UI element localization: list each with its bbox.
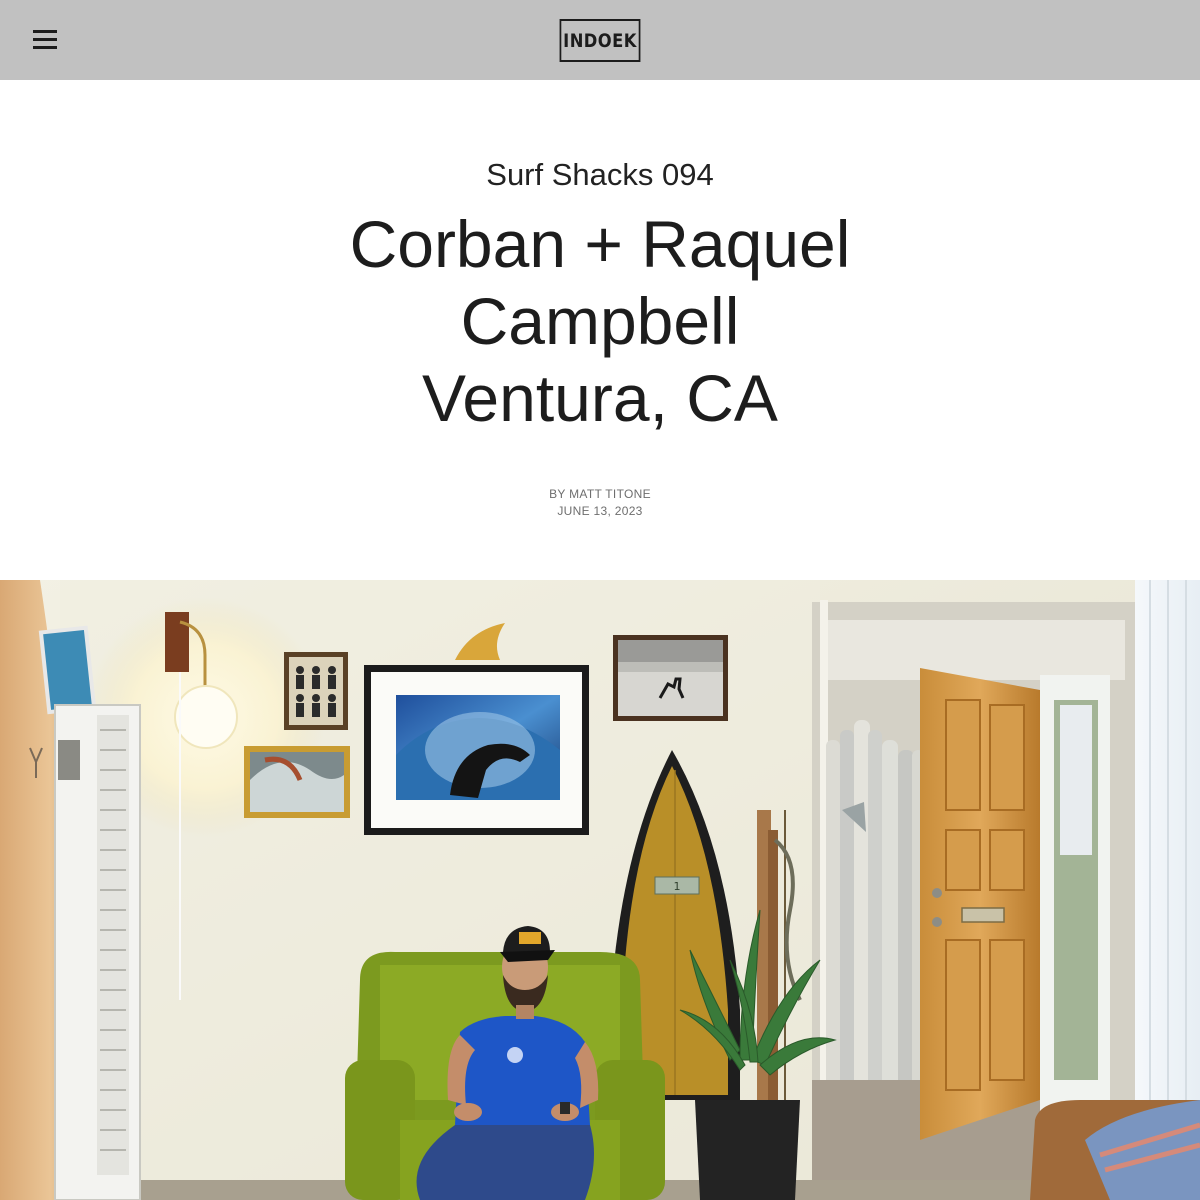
hero-image: 1 bbox=[0, 580, 1200, 1200]
framed-print-tube-wave bbox=[364, 665, 589, 835]
surfboard-rack bbox=[826, 720, 924, 1100]
article-series-label[interactable]: Surf Shacks 094 bbox=[0, 157, 1200, 193]
menu-line bbox=[33, 30, 57, 33]
framed-print-horse-beach bbox=[613, 635, 728, 721]
article-title: Corban + Raquel Campbell Ventura, CA bbox=[300, 206, 900, 437]
top-nav-bar: INDOEK bbox=[0, 0, 1200, 80]
publish-date: JUNE 13, 2023 bbox=[557, 504, 643, 518]
planter-pot bbox=[695, 1100, 800, 1200]
framed-print-wave-small bbox=[244, 746, 350, 818]
open-door bbox=[920, 668, 1040, 1140]
wall-heater bbox=[54, 704, 141, 1200]
article-title-line-3: Ventura, CA bbox=[422, 361, 778, 435]
hamburger-menu-icon[interactable] bbox=[33, 29, 57, 49]
author-link[interactable]: BY MATT TITONE bbox=[549, 487, 651, 501]
site-logo[interactable]: INDOEK bbox=[559, 19, 641, 62]
article-title-line-2: Campbell bbox=[460, 284, 740, 358]
dollar-bill-text: 1 bbox=[674, 880, 681, 893]
article-title-line-1: Corban + Raquel bbox=[349, 207, 851, 281]
article-byline: BY MATT TITONE JUNE 13, 2023 bbox=[0, 486, 1200, 520]
framed-print-hula bbox=[284, 652, 348, 730]
menu-line bbox=[33, 38, 57, 41]
menu-line bbox=[33, 46, 57, 49]
